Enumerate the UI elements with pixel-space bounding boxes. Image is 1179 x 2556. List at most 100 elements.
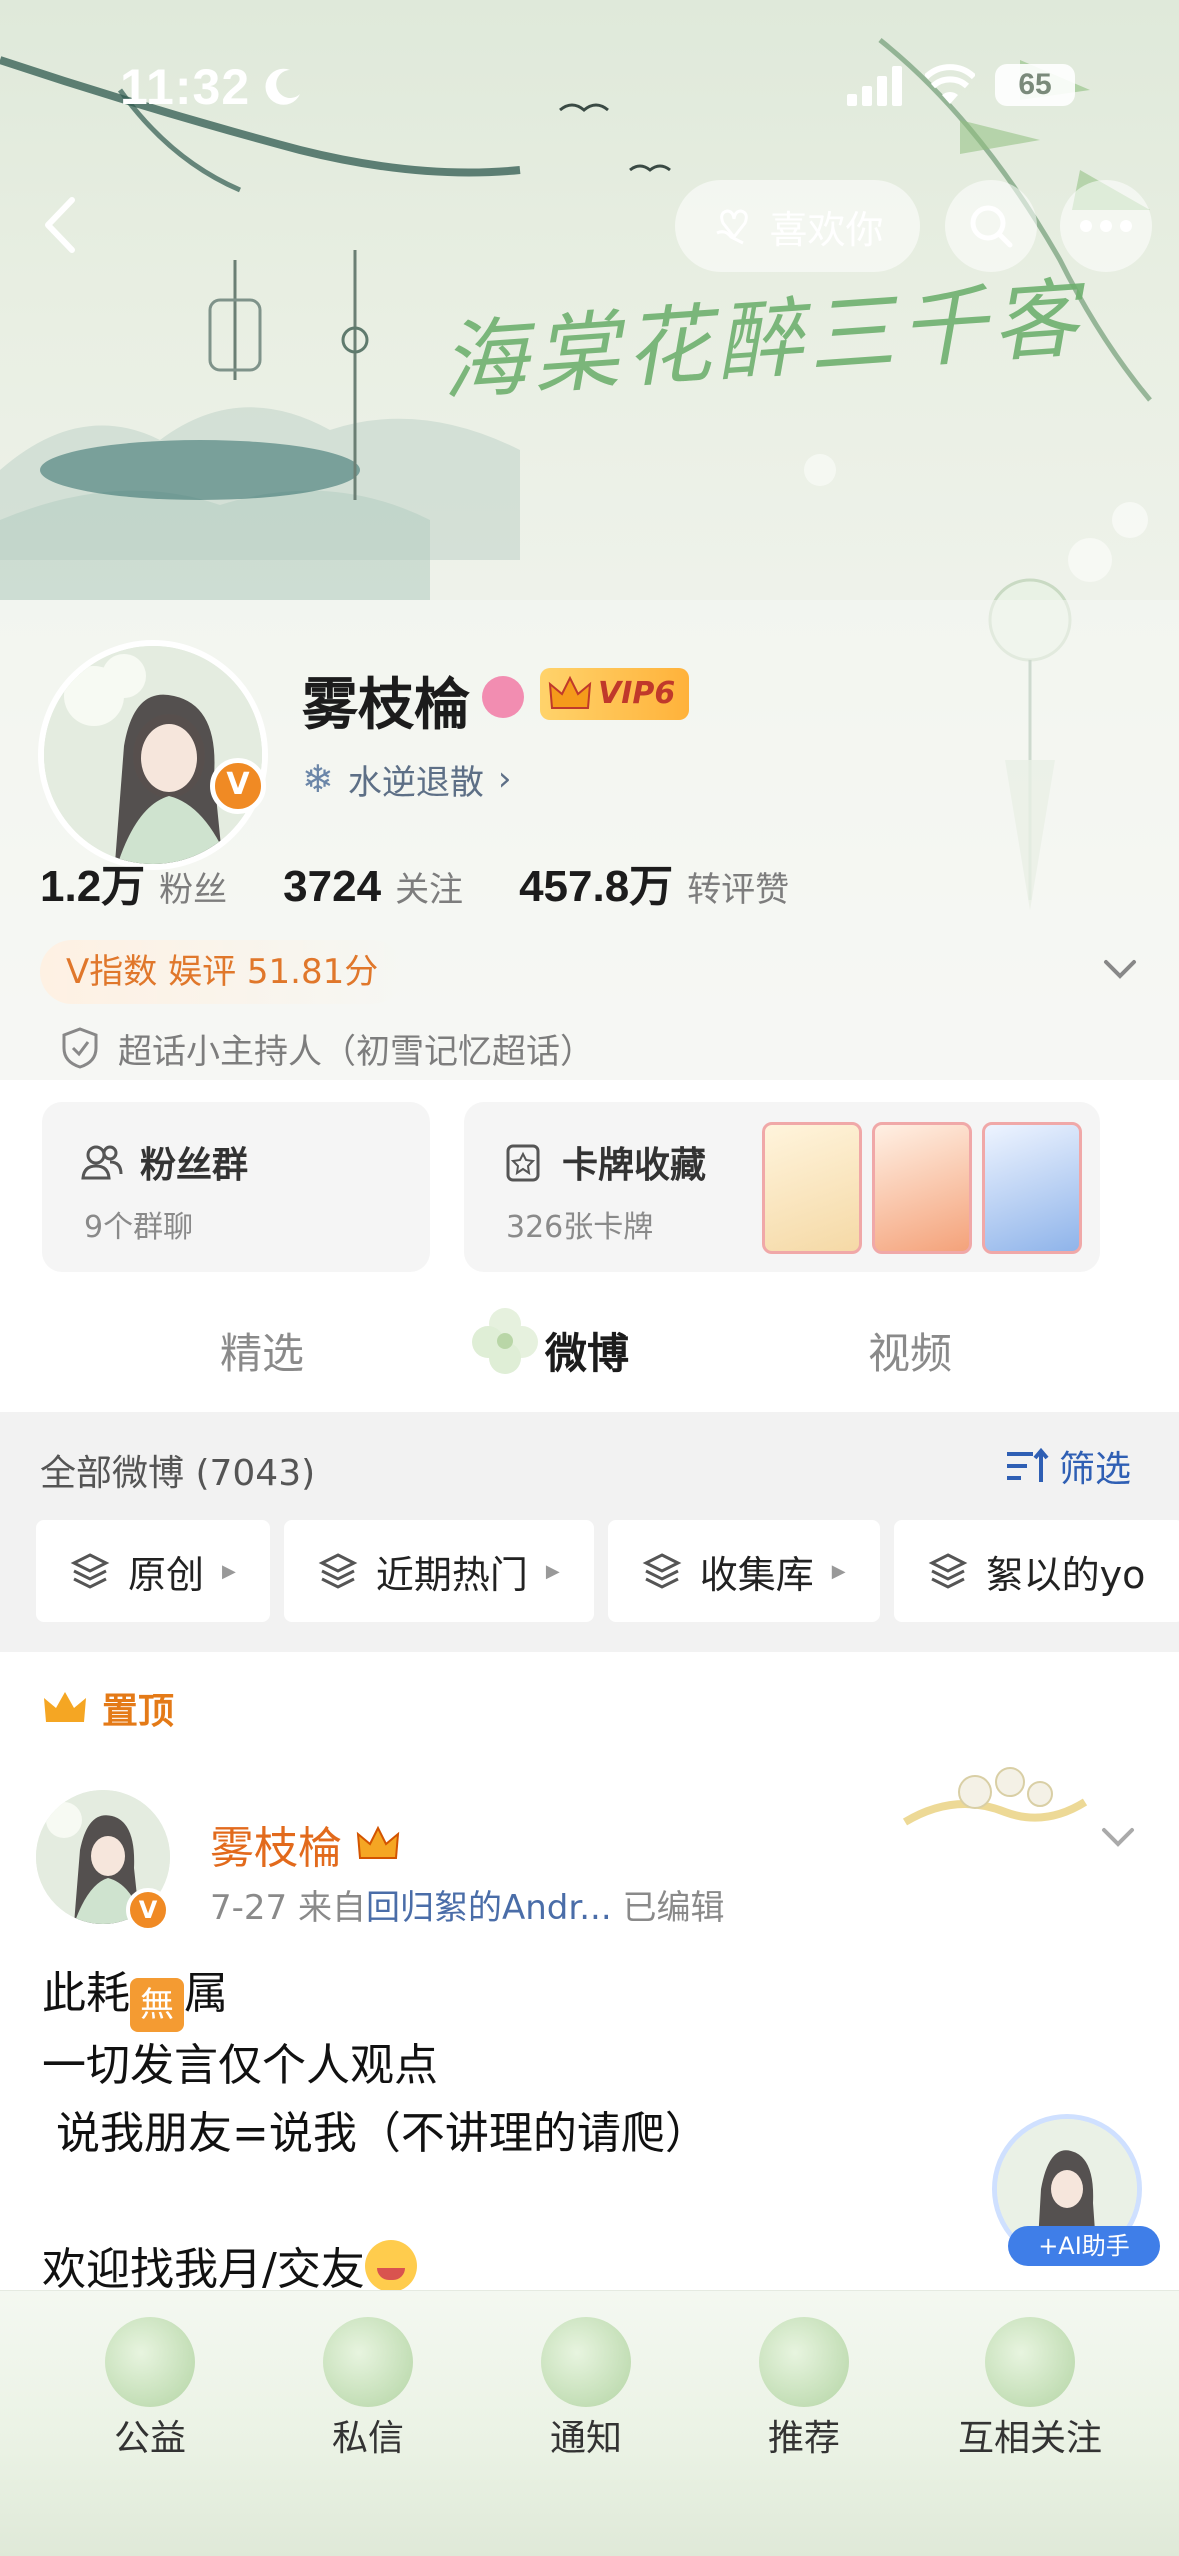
post-from-label: 来自 [297,1888,366,1928]
pinned-text: 置顶 [102,1691,175,1732]
filter-sort-icon [1007,1447,1049,1482]
post-text: 此耗 [42,1968,130,2019]
hand-heart-icon [716,209,749,245]
post-text: 一切发言仅个人观点 [42,2040,438,2091]
profile-tagline[interactable]: ❄ 水逆退散 › [302,750,511,808]
supertopic-host[interactable]: 超话小主持人（初雪记忆超话） [60,1018,594,1078]
interactions-count: 457.8万 [519,862,674,911]
chip-collection[interactable]: 收集库 ▶ [607,1520,880,1622]
all-weibo-count: 全部微博 (7043) [40,1453,316,1494]
interactions-label: 转评赞 [687,870,790,910]
chip-label: 原创 [128,1552,205,1597]
crown-icon [548,675,592,709]
chip-custom[interactable]: 絮以的yo [893,1520,1179,1622]
v-index-badge[interactable]: V指数 娱评 51.81分 [40,940,405,1004]
following-count: 3724 [283,862,382,911]
stat-following[interactable]: 3724 关注 [283,862,463,912]
profile-username: 雾枝棆 [302,673,470,738]
nav-mutual-follow[interactable]: 互相关注 [930,2305,1130,2505]
ai-assistant-label[interactable]: +AI助手 [1008,2226,1160,2266]
profile-banner: 11:32 65 喜欢你 海棠花醉三千客 [0,0,1179,1080]
weibo-filter-section: 全部微博 (7043) 筛选 原创 ▶ 近期热门 ▶ 收集库 ▶ 絮以的yo [0,1412,1179,1652]
fan-group-card[interactable]: 粉丝群 9个群聊 [42,1102,430,1272]
post-content[interactable]: 此耗無属 一切发言仅个人观点 说我朋友=说我（不讲理的请爬） 欢迎找我月/交友 [42,1960,709,2304]
post-text: 欢迎找我月/交友 [42,2244,365,2295]
avatar[interactable] [38,640,268,870]
vip-badge[interactable]: VIP6 [540,668,690,720]
nav-charity[interactable]: 公益 [50,2305,250,2505]
nav-label: 推荐 [767,2418,840,2459]
collected-card-thumbnail[interactable] [762,1122,862,1254]
moon-icon [265,68,300,105]
collected-card-thumbnail[interactable] [982,1122,1082,1254]
nav-label: 公益 [113,2418,186,2459]
chip-original[interactable]: 原创 ▶ [36,1520,270,1622]
cellular-signal-icon [847,66,902,106]
collected-card-thumbnail[interactable] [872,1122,972,1254]
card-collection-title: 卡牌收藏 [562,1145,707,1186]
profile-tabs: 精选 微博 视频 [0,1290,1179,1410]
post-text: 说我朋友=说我（不讲理的请爬） [42,2108,709,2159]
followers-label: 粉丝 [159,870,228,910]
flower-icon [472,1308,538,1374]
verified-badge: V [210,758,266,814]
tab-weibo[interactable]: 微博 [545,1320,629,1381]
fan-group-count: 9个群聊 [84,1210,194,1245]
nav-recommend[interactable]: 推荐 [704,2305,904,2505]
post-meta: 7-27 来自回归絮的Andr... 已编辑 [210,1880,724,1929]
chevron-down-icon[interactable] [1098,1816,1138,1856]
supertopic-text: 超话小主持人（初雪记忆超话） [118,1031,594,1072]
wifi-icon [925,64,975,104]
snowflake-icon: ❄ [302,757,334,801]
crown-badge-icon [356,1825,400,1859]
flower-ribbon-decoration [902,1767,1088,1826]
layers-icon [928,1553,967,1589]
post-source[interactable]: 回归絮的Andr... [366,1888,612,1928]
stat-interactions[interactable]: 457.8万 转评赞 [519,850,789,914]
like-you-button[interactable]: 喜欢你 [675,180,920,272]
caret-right-icon: ▶ [545,1560,560,1582]
stat-followers[interactable]: 1.2万 粉丝 [40,850,227,914]
tab-featured[interactable]: 精选 [220,1320,304,1381]
tab-video[interactable]: 视频 [868,1320,952,1381]
post-date: 7-27 [210,1888,288,1928]
recommend-icon [759,2317,849,2407]
nav-label: 私信 [331,2418,404,2459]
verified-badge: V [126,1888,170,1932]
followers-count: 1.2万 [40,862,146,911]
chevron-down-icon[interactable] [1100,948,1140,988]
chip-label: 收集库 [699,1552,814,1597]
lantern-icon [985,2317,1075,2407]
shield-icon [62,1027,98,1069]
card-collection-card[interactable]: 卡牌收藏 326张卡牌 [464,1102,1100,1272]
card-collection-icon [506,1144,540,1182]
charity-icon [105,2317,195,2407]
pinned-label: 置顶 [42,1682,174,1734]
nav-messages[interactable]: 私信 [268,2305,468,2505]
back-button[interactable] [30,190,90,260]
status-time: 11:32 [120,59,251,115]
card-collection-count: 326张卡牌 [506,1210,654,1245]
following-label: 关注 [395,870,464,910]
filter-button[interactable]: 筛选 [1005,1440,1131,1492]
like-you-label: 喜欢你 [769,207,884,252]
post-author-name: 雾枝棆 [210,1823,342,1874]
nav-label: 互相关注 [957,2418,1102,2459]
vip-level: VIP6 [598,676,676,711]
more-dots-icon [1080,220,1132,232]
tagline-text: 水逆退散 [347,762,484,803]
profile-stats: 1.2万 粉丝 3724 关注 457.8万 转评赞 [40,850,845,914]
wu-emoji: 無 [130,1978,184,2032]
layers-icon [70,1553,110,1589]
chip-recent-hot[interactable]: 近期热门 ▶ [283,1520,594,1622]
fan-group-title: 粉丝群 [140,1145,249,1186]
fan-notification-icon [541,2317,631,2407]
search-icon [970,205,1013,248]
nav-notifications[interactable]: 通知 [486,2305,686,2505]
chip-label: 絮以的yo [985,1552,1146,1597]
post-author[interactable]: 雾枝棆 [210,1812,400,1876]
chip-label: 近期热门 [375,1552,528,1597]
filter-label: 筛选 [1059,1449,1132,1490]
layers-icon [318,1553,358,1589]
chevron-right-icon: › [497,759,512,799]
